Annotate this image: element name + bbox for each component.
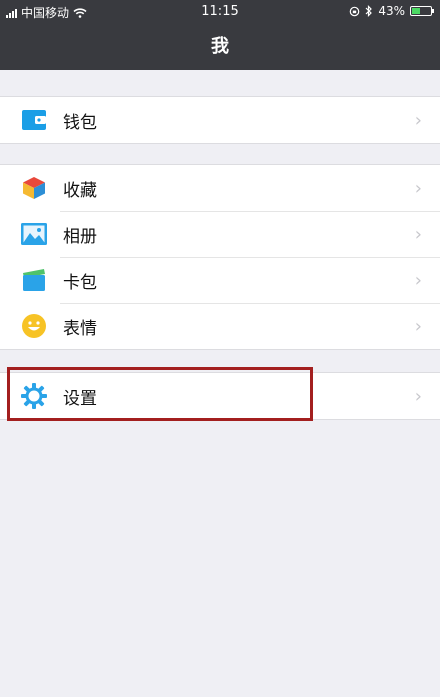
- settings-group: 设置 ›: [0, 372, 440, 420]
- chevron-right-icon: ›: [414, 270, 422, 291]
- emoji-smile-icon: [21, 313, 47, 339]
- chevron-right-icon: ›: [414, 110, 422, 131]
- menu-item-label: 卡包: [63, 272, 97, 293]
- chevron-right-icon: ›: [414, 316, 422, 337]
- battery-icon: [410, 6, 434, 16]
- wallet-icon: [21, 107, 47, 133]
- features-group: 收藏 › 相册 › 卡包 › 表情 ›: [0, 164, 440, 350]
- settings-gear-icon: [21, 383, 47, 409]
- chevron-right-icon: ›: [414, 386, 422, 407]
- menu-item-label: 表情: [63, 318, 97, 339]
- bluetooth-icon: [365, 5, 373, 17]
- chevron-right-icon: ›: [414, 178, 422, 199]
- menu-item-favorites[interactable]: 收藏 ›: [0, 165, 440, 211]
- page-title: 我: [211, 36, 229, 57]
- menu-item-settings[interactable]: 设置 ›: [0, 373, 440, 419]
- menu-item-label: 收藏: [63, 180, 97, 201]
- card-pack-icon: [21, 267, 47, 293]
- chevron-right-icon: ›: [414, 224, 422, 245]
- menu-item-label: 钱包: [63, 112, 97, 133]
- menu-item-emoji[interactable]: 表情 ›: [0, 303, 440, 349]
- wallet-group: 钱包 ›: [0, 96, 440, 144]
- menu-item-album[interactable]: 相册 ›: [0, 211, 440, 257]
- menu-item-label: 相册: [63, 226, 97, 247]
- menu-item-card-pack[interactable]: 卡包 ›: [0, 257, 440, 303]
- menu-item-wallet[interactable]: 钱包 ›: [0, 97, 440, 143]
- photo-album-icon: [21, 221, 47, 247]
- navigation-bar: 中国移动 11:15 43% 我: [0, 0, 440, 70]
- favorites-cube-icon: [21, 175, 47, 201]
- battery-percent: 43%: [378, 4, 405, 18]
- rotation-lock-icon: [350, 6, 360, 16]
- battery-level-fill: [412, 8, 420, 14]
- menu-item-label: 设置: [63, 388, 97, 409]
- status-bar: 中国移动 11:15 43%: [0, 0, 440, 24]
